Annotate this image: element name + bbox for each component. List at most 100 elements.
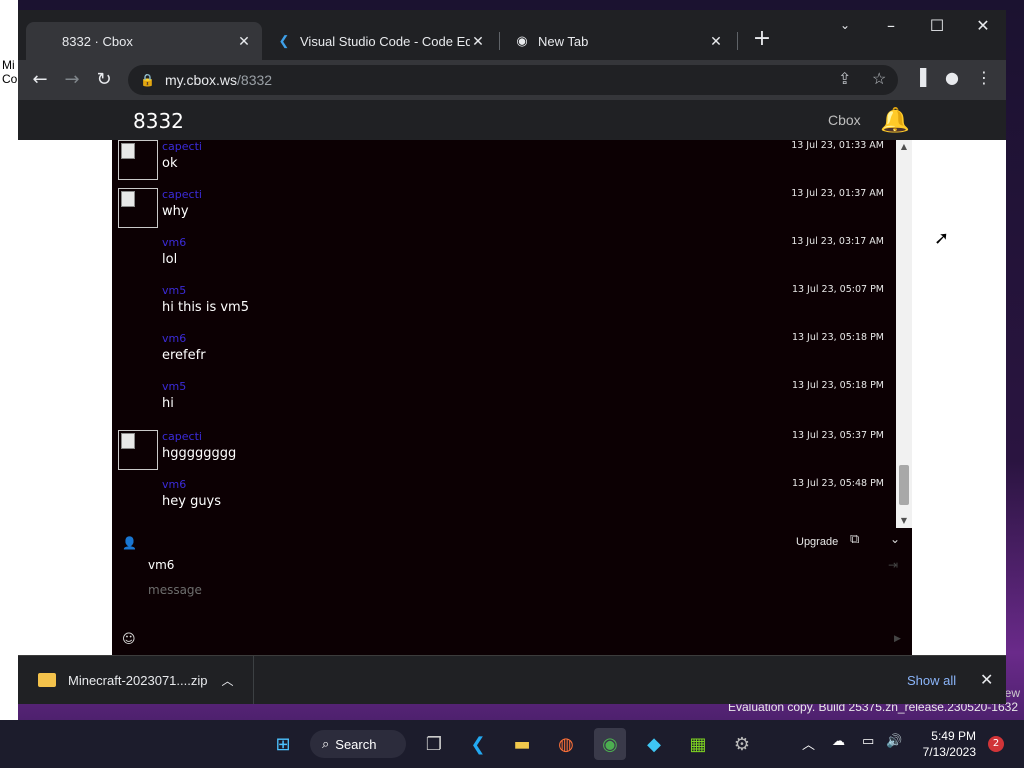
popout-icon[interactable]: ⧉ — [850, 532, 859, 547]
message-item: vm5 hi 13 Jul 23, 05:18 PM — [112, 380, 896, 428]
message-timestamp: 13 Jul 23, 05:37 PM — [791, 430, 884, 441]
clock-date: 7/13/2023 — [922, 745, 976, 759]
message-list[interactable]: capecti ok 13 Jul 23, 01:33 AM capecti w… — [112, 140, 896, 528]
message-username[interactable]: vm6 — [162, 236, 186, 249]
tab-vscode[interactable]: ❮ Visual Studio Code - Code Editing ✕ — [264, 22, 496, 60]
cbox-header: 8332 Cbox 🔔 — [18, 100, 1006, 140]
avatar[interactable] — [118, 188, 158, 228]
bell-icon[interactable]: 🔔 — [880, 106, 910, 134]
side-panel-icon[interactable]: ▐ — [908, 68, 932, 87]
desktop-text-fragment: ew — [1004, 686, 1020, 700]
avatar[interactable] — [118, 140, 158, 180]
collapse-icon[interactable]: ⌄ — [890, 532, 900, 546]
name-field[interactable] — [148, 558, 348, 572]
network-icon[interactable]: ▭ — [862, 734, 874, 749]
tab-new-tab[interactable]: ◉ New Tab ✕ — [502, 22, 734, 60]
settings-gear-icon[interactable]: ⚙ — [726, 728, 758, 760]
file-explorer-icon[interactable]: ▬ — [506, 728, 538, 760]
avatar[interactable] — [118, 430, 158, 470]
message-text: hi — [162, 396, 174, 411]
search-icon: ⌕ — [322, 736, 330, 751]
bookmark-star-icon[interactable]: ☆ — [872, 69, 886, 89]
message-username[interactable]: vm6 — [162, 478, 186, 491]
volume-icon[interactable]: 🔊 — [886, 734, 902, 749]
show-all-button[interactable]: Show all — [907, 673, 956, 688]
user-icon[interactable]: 👤 — [122, 536, 137, 550]
task-view-icon[interactable]: ❐ — [418, 728, 450, 760]
message-item: vm6 lol 13 Jul 23, 03:17 AM — [112, 236, 896, 284]
start-button[interactable]: ⊞ — [267, 728, 299, 760]
vscode-taskbar-icon[interactable]: ❮ — [462, 728, 494, 760]
scroll-down-arrow-icon[interactable]: ▼ — [896, 514, 912, 528]
scroll-up-arrow-icon[interactable]: ▲ — [896, 140, 912, 154]
message-item: vm6 erefefr 13 Jul 23, 05:18 PM — [112, 332, 896, 380]
taskbar-clock[interactable]: 5:49 PM 7/13/2023 — [916, 728, 976, 760]
message-item: capecti hgggggggg 13 Jul 23, 05:37 PM — [112, 430, 896, 478]
lock-icon[interactable]: 🔒 — [140, 73, 155, 87]
message-timestamp: 13 Jul 23, 05:18 PM — [791, 380, 884, 391]
notification-badge[interactable]: 2 — [988, 736, 1004, 752]
forward-button[interactable]: → — [60, 68, 84, 92]
message-composer: 👤 Upgrade ⧉ ⌄ ⇥ ☺ ▶ — [112, 528, 912, 655]
message-text: hgggggggg — [162, 446, 237, 461]
maximize-button[interactable]: ☐ — [914, 16, 960, 35]
cbox-brand-link[interactable]: Cbox — [828, 112, 861, 128]
chrome-icon: ◉ — [516, 33, 528, 48]
back-button[interactable]: ← — [28, 68, 52, 92]
tab-search-icon[interactable]: ⌄ — [822, 18, 868, 32]
login-icon[interactable]: ⇥ — [888, 558, 898, 572]
mouse-cursor-icon: ➚ — [934, 228, 950, 249]
download-filename: Minecraft-2023071....zip — [68, 672, 208, 688]
chevron-up-icon[interactable]: ︿ — [221, 672, 233, 689]
download-bar: Minecraft-2023071....zip ︿ Show all ✕ — [18, 655, 1006, 704]
chrome-taskbar-icon[interactable]: ◉ — [594, 728, 626, 760]
firefox-icon[interactable]: ◍ — [550, 728, 582, 760]
message-item: capecti ok 13 Jul 23, 01:33 AM — [112, 140, 896, 188]
message-username[interactable]: vm5 — [162, 380, 186, 393]
message-username[interactable]: capecti — [162, 430, 202, 443]
tab-title: New Tab — [538, 33, 589, 49]
share-icon[interactable]: ⇪ — [838, 69, 851, 89]
close-icon[interactable]: ✕ — [236, 33, 252, 50]
message-username[interactable]: vm6 — [162, 332, 186, 345]
close-icon[interactable]: ✕ — [980, 670, 993, 689]
reload-button[interactable]: ↻ — [92, 68, 116, 92]
download-item[interactable]: Minecraft-2023071....zip ︿ — [18, 656, 254, 704]
scroll-thumb[interactable] — [899, 465, 909, 505]
cloud-icon[interactable]: ☁ — [832, 734, 845, 749]
chat-box: capecti ok 13 Jul 23, 01:33 AM capecti w… — [112, 140, 912, 655]
zip-file-icon — [38, 673, 56, 687]
tray-chevron-up-icon[interactable]: ︿ — [802, 734, 815, 753]
search-label: Search — [335, 736, 377, 752]
address-bar[interactable]: 🔒 my.cbox.ws/8332 ⇪ ☆ — [128, 65, 898, 95]
upgrade-link[interactable]: Upgrade — [796, 536, 838, 548]
minecraft-icon[interactable]: ▦ — [682, 728, 714, 760]
browser-window: 8332 · Cbox ✕ ❮ Visual Studio Code - Cod… — [18, 10, 1006, 704]
close-window-button[interactable]: ✕ — [960, 16, 1006, 35]
new-tab-button[interactable]: + — [748, 26, 776, 54]
message-text: erefefr — [162, 348, 206, 363]
emoji-icon[interactable]: ☺ — [122, 632, 136, 647]
profile-icon[interactable]: ● — [940, 68, 964, 87]
message-text: why — [162, 204, 189, 219]
close-icon[interactable]: ✕ — [708, 33, 724, 50]
vscode-icon: ❮ — [278, 33, 290, 48]
message-scrollbar[interactable]: ▲ ▼ — [896, 140, 912, 528]
menu-icon[interactable]: ⋮ — [972, 68, 996, 87]
cbox-favicon-icon — [38, 33, 54, 49]
message-username[interactable]: capecti — [162, 140, 202, 153]
minimize-button[interactable]: – — [868, 16, 914, 35]
message-username[interactable]: capecti — [162, 188, 202, 201]
tab-strip: 8332 · Cbox ✕ ❮ Visual Studio Code - Cod… — [18, 10, 1006, 60]
message-username[interactable]: vm5 — [162, 284, 186, 297]
tab-divider — [499, 32, 500, 50]
close-icon[interactable]: ✕ — [470, 33, 486, 50]
taskbar-search[interactable]: ⌕ Search — [310, 730, 406, 758]
tab-cbox[interactable]: 8332 · Cbox ✕ — [26, 22, 262, 60]
app-icon[interactable]: ◆ — [638, 728, 670, 760]
desktop-background: Mi Co — [0, 0, 18, 768]
send-icon[interactable]: ▶ — [894, 634, 901, 644]
message-input[interactable] — [148, 580, 848, 600]
message-timestamp: 13 Jul 23, 05:07 PM — [791, 284, 884, 295]
desktop-icon-label[interactable]: Mi Co — [2, 58, 17, 86]
